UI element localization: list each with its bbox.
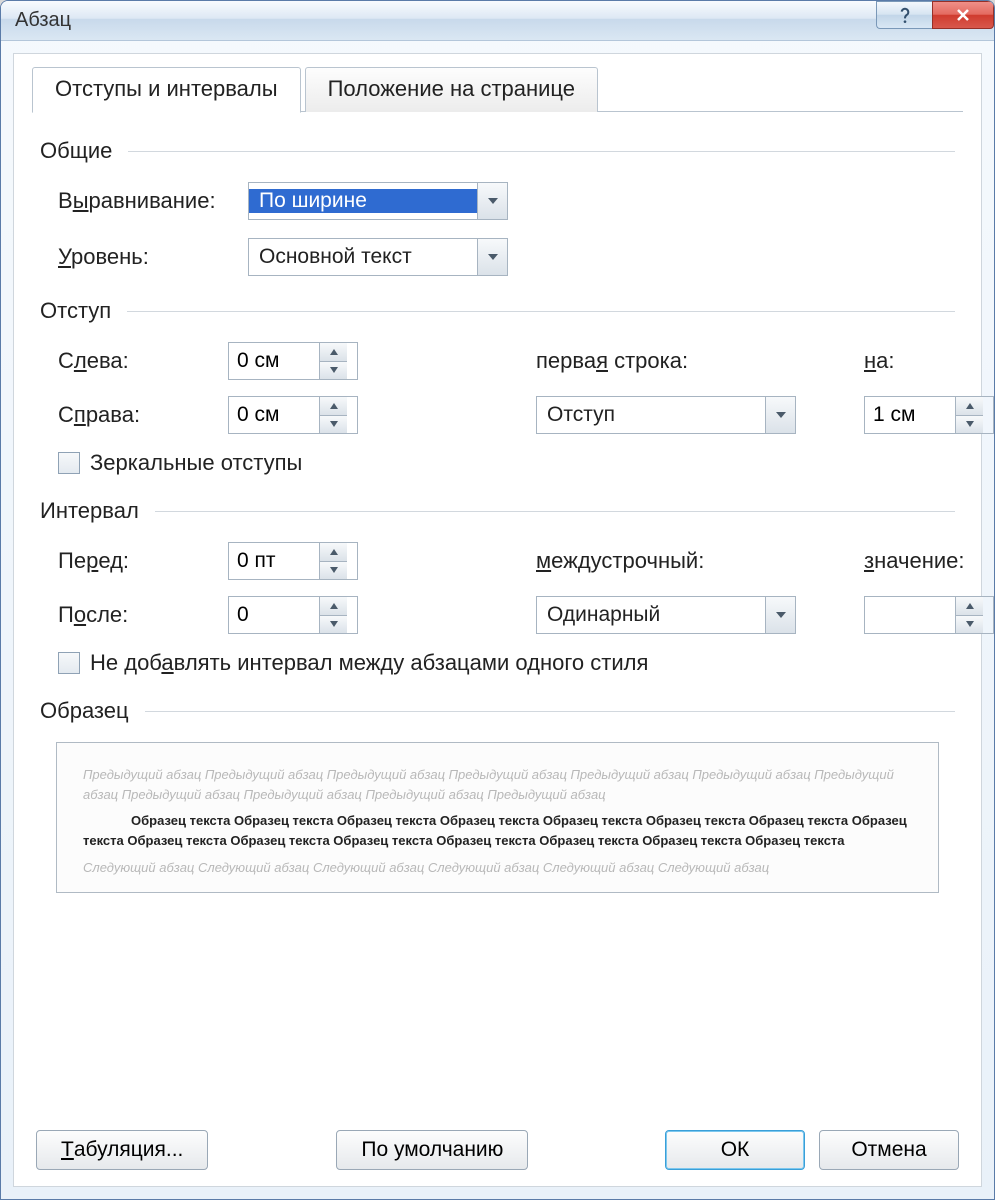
tab-indents-spacing[interactable]: Отступы и интервалы (32, 67, 301, 113)
no-add-space-checkbox[interactable]: Не добавлять интервал между абзацами одн… (40, 650, 955, 676)
titlebar: Абзац (1, 1, 994, 41)
space-before-input[interactable] (229, 543, 319, 579)
group-spacing-header: Интервал (40, 498, 955, 524)
level-label: Уровень: (58, 244, 248, 270)
group-general-header: Общие (40, 138, 955, 164)
space-after-input[interactable] (229, 597, 319, 633)
tab-content: Общие Выравнивание: По ширине Уровень: О… (32, 112, 963, 1116)
indent-left-input[interactable] (229, 343, 319, 379)
indent-left-spin[interactable] (228, 342, 358, 380)
help-button[interactable] (876, 1, 932, 29)
chevron-down-icon[interactable] (765, 397, 795, 433)
group-preview-header: Образец (40, 698, 955, 724)
space-before-label: Перед: (58, 548, 228, 574)
spin-down-icon[interactable] (320, 416, 347, 434)
cancel-button[interactable]: Отмена (819, 1130, 959, 1170)
dialog-footer: Табуляция... По умолчанию ОК Отмена (32, 1116, 963, 1174)
line-at-label: значение: (864, 548, 995, 574)
spin-up-icon[interactable] (956, 597, 983, 616)
preview-next: Следующий абзац Следующий абзац Следующи… (83, 858, 912, 878)
indent-left-label: Слева: (58, 348, 228, 374)
indent-right-label: Справа: (58, 402, 228, 428)
help-icon (895, 5, 915, 25)
spin-up-icon[interactable] (320, 597, 347, 616)
firstline-by-input[interactable] (865, 397, 955, 433)
group-spacing: Интервал Перед: междустрочный: значение: (40, 498, 955, 676)
tab-page-position[interactable]: Положение на странице (305, 67, 598, 112)
spin-down-icon[interactable] (956, 616, 983, 634)
firstline-combo[interactable]: Отступ (536, 396, 796, 434)
indent-right-spin[interactable] (228, 396, 358, 434)
spin-up-icon[interactable] (320, 397, 347, 416)
titlebar-buttons (876, 1, 994, 40)
line-at-input[interactable] (865, 597, 955, 633)
default-button[interactable]: По умолчанию (336, 1130, 528, 1170)
spin-down-icon[interactable] (320, 616, 347, 634)
chevron-down-icon[interactable] (477, 183, 507, 219)
checkbox-box (58, 652, 80, 674)
spin-down-icon[interactable] (320, 562, 347, 580)
ok-button[interactable]: ОК (665, 1130, 805, 1170)
close-icon (953, 5, 973, 25)
level-combo[interactable]: Основной текст (248, 238, 508, 276)
group-general: Общие Выравнивание: По ширине Уровень: О… (40, 138, 955, 276)
dialog-body: Отступы и интервалы Положение на страниц… (13, 53, 982, 1187)
space-after-label: После: (58, 602, 228, 628)
chevron-down-icon[interactable] (765, 597, 795, 633)
firstline-by-label: на: (864, 348, 995, 374)
firstline-by-spin[interactable] (864, 396, 994, 434)
preview-box: Предыдущий абзац Предыдущий абзац Предыд… (56, 742, 939, 893)
space-after-spin[interactable] (228, 596, 358, 634)
alignment-combo[interactable]: По ширине (248, 182, 508, 220)
alignment-label: Выравнивание: (58, 188, 248, 214)
paragraph-dialog: Абзац Отступы и интервалы Положение на с… (0, 0, 995, 1200)
group-indent: Отступ Слева: первая строка: на: (40, 298, 955, 476)
spin-down-icon[interactable] (956, 416, 983, 434)
tab-strip: Отступы и интервалы Положение на страниц… (32, 68, 963, 112)
chevron-down-icon[interactable] (477, 239, 507, 275)
mirror-indents-checkbox[interactable]: Зеркальные отступы (40, 450, 955, 476)
firstline-label: первая строка: (536, 348, 706, 374)
line-spacing-label: междустрочный: (536, 548, 706, 574)
line-at-spin[interactable] (864, 596, 994, 634)
close-button[interactable] (932, 1, 994, 29)
checkbox-box (58, 452, 80, 474)
dialog-title: Абзац (15, 9, 71, 32)
space-before-spin[interactable] (228, 542, 358, 580)
spin-up-icon[interactable] (320, 543, 347, 562)
group-indent-header: Отступ (40, 298, 955, 324)
preview-current: Образец текста Образец текста Образец те… (83, 811, 912, 851)
preview-prev: Предыдущий абзац Предыдущий абзац Предыд… (83, 765, 912, 805)
tabs-button[interactable]: Табуляция... (36, 1130, 208, 1170)
indent-right-input[interactable] (229, 397, 319, 433)
spin-down-icon[interactable] (320, 362, 347, 380)
spin-up-icon[interactable] (956, 397, 983, 416)
line-spacing-combo[interactable]: Одинарный (536, 596, 796, 634)
spin-up-icon[interactable] (320, 343, 347, 362)
group-preview: Образец Предыдущий абзац Предыдущий абза… (40, 698, 955, 893)
